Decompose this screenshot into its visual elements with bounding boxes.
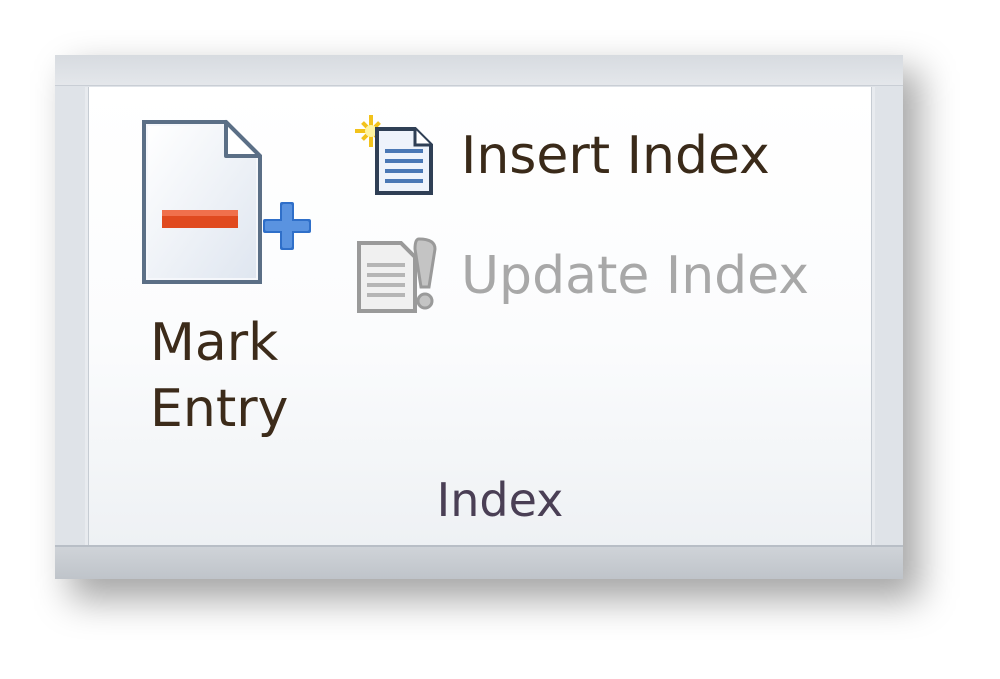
screenshot-stage: Mark Entry Insert Index Update Index Ind… [0,0,1000,679]
insert-index-label: Insert Index [461,126,770,186]
update-index-button[interactable]: Update Index [355,235,809,317]
group-caption: Index [436,473,564,527]
insert-index-icon [355,115,433,195]
mark-entry-button[interactable]: Mark Entry [140,110,325,450]
ribbon-top-strip [55,55,903,86]
mark-entry-icon [142,120,311,284]
ribbon-bottom-strip [55,545,903,579]
update-index-label: Update Index [461,246,810,306]
mark-entry-label-line1: Mark [150,313,279,373]
update-index-icon [357,237,437,313]
mark-entry-label: Mark Entry [150,310,320,442]
mark-entry-label-line2: Entry [150,379,289,439]
insert-index-button[interactable]: Insert Index [355,115,770,197]
